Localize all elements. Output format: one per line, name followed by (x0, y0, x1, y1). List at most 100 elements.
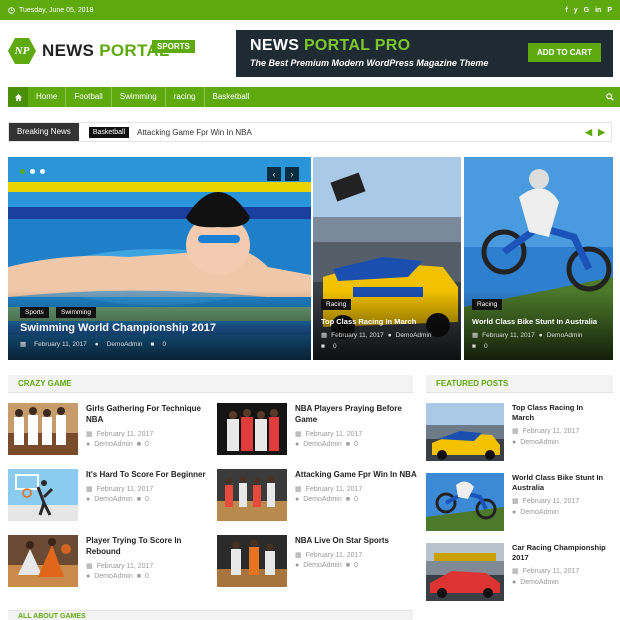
post-date: ▦ February 11, 2017 (86, 430, 154, 439)
user-icon: ● (86, 573, 91, 580)
slide-title[interactable]: World Class Bike Stunt In Australia (472, 317, 597, 326)
user-icon: ● (512, 579, 517, 586)
arrow-right-icon[interactable]: ▶ (598, 127, 605, 138)
post-author: ● DemoAdmin (512, 579, 559, 586)
post-thumbnail[interactable] (217, 535, 287, 587)
all-about-games-section: ALL ABOUT GAMES (8, 610, 413, 620)
post-thumbnail[interactable] (426, 403, 504, 461)
breaking-news-label: Breaking News (9, 123, 79, 141)
side-slide-bike[interactable]: Racing World Class Bike Stunt In Austral… (464, 157, 613, 360)
post-byline: ● DemoAdmin ■ 0 (86, 573, 149, 580)
comment-icon: ■ (345, 441, 350, 448)
user-icon: ● (94, 340, 99, 348)
post-title[interactable]: Attacking Game Fpr Win In NBA (295, 469, 420, 480)
main-nav: Home Football Swimming racing Basketball (8, 87, 620, 107)
category-tag-racing[interactable]: Racing (321, 299, 352, 310)
post-title[interactable]: Top Class Racing In March (512, 403, 607, 423)
category-tag-racing[interactable]: Racing (472, 299, 503, 310)
nav-item-swimming[interactable]: Swimming (112, 87, 166, 107)
comment-icon: ■ (136, 496, 141, 503)
social-links: f y G in P (565, 7, 612, 14)
list-item[interactable]: Attacking Game Fpr Win In NBA ▦ February … (217, 469, 420, 521)
calendar-icon: ▦ (321, 332, 328, 339)
post-thumbnail[interactable] (217, 403, 287, 455)
post-thumbnail[interactable] (426, 473, 504, 531)
nav-item-football[interactable]: Football (66, 87, 112, 107)
slide-meta: ▦ February 11, 2017 ● DemoAdmin ■ 0 (20, 340, 167, 349)
twitter-icon[interactable]: y (574, 7, 578, 14)
slider-dot[interactable] (20, 169, 25, 174)
chevron-right-icon[interactable]: › (285, 167, 299, 181)
facebook-icon[interactable]: f (565, 7, 567, 14)
post-thumbnail[interactable] (217, 469, 287, 521)
slide-title[interactable]: Swimming World Championship 2017 (20, 322, 216, 334)
post-thumbnail[interactable] (8, 469, 78, 521)
post-title[interactable]: It's Hard To Score For Beginner (86, 469, 211, 480)
list-item[interactable]: Player Trying To Score In Rebound ▦ Febru… (8, 535, 211, 587)
calendar-icon: ▦ (86, 563, 93, 570)
featured-item[interactable]: Top Class Racing In March ▦ February 11, … (426, 403, 607, 461)
category-tag-swimming[interactable]: Swimming (56, 307, 96, 318)
nav-item-home[interactable]: Home (28, 87, 67, 107)
user-icon: ● (86, 496, 91, 503)
comment-icon: ■ (136, 573, 141, 580)
post-date: ▦ February 11, 2017 (512, 497, 580, 506)
linkedin-icon[interactable]: in (595, 7, 601, 14)
main-slide[interactable]: ‹ › Sports Swimming Swimming World Champ… (8, 157, 311, 360)
list-item[interactable]: NBA Live On Star Sports ▦ February 11, 20… (217, 535, 420, 587)
nav-item-racing[interactable]: racing (166, 87, 205, 107)
nav-item-basketball[interactable]: Basketball (205, 87, 258, 107)
search-icon[interactable] (606, 88, 614, 106)
post-title[interactable]: NBA Players Praying Before Game (295, 403, 420, 425)
breaking-news-headline[interactable]: Attacking Game Fpr Win In NBA (137, 128, 252, 137)
post-date: ▦ February 11, 2017 (295, 430, 363, 439)
pinterest-icon[interactable]: P (607, 7, 612, 14)
post-title[interactable]: Girls Gathering For Technique NBA (86, 403, 211, 425)
post-thumbnail[interactable] (8, 535, 78, 587)
all-about-games-heading: ALL ABOUT GAMES (18, 613, 86, 620)
post-date: ▦ February 11, 2017 (512, 567, 580, 576)
post-byline: ● DemoAdmin ■ 0 (86, 496, 149, 503)
post-title[interactable]: NBA Live On Star Sports (295, 535, 420, 546)
post-date: ▦ February 11, 2017 (86, 485, 154, 494)
post-date: ▦ February 11, 2017 (295, 485, 363, 494)
post-byline: ● DemoAdmin ■ 0 (295, 441, 358, 448)
category-tag-sports[interactable]: Sports (20, 307, 49, 318)
slider-dot[interactable] (30, 169, 35, 174)
post-info: NBA Live On Star Sports ▦ February 11, 20… (295, 535, 420, 587)
featured-item[interactable]: Car Racing Championship 2017 ▦ February 1… (426, 543, 607, 601)
user-icon: ● (295, 441, 300, 448)
featured-posts-heading: FEATURED POSTS (426, 375, 613, 393)
post-byline: ● DemoAdmin ■ 0 (295, 562, 358, 569)
slider-dot[interactable] (40, 169, 45, 174)
promo-banner[interactable]: NEWS PORTAL PRO The Best Premium Modern … (236, 30, 613, 77)
post-thumbnail[interactable] (8, 403, 78, 455)
arrow-left-icon[interactable]: ◀ (585, 127, 592, 138)
post-date: ▦ February 11, 2017 (512, 427, 580, 436)
slide-meta: ▦ February 11, 2017 ● DemoAdmin (321, 331, 432, 340)
featured-item[interactable]: World Class Bike Stunt In Australia ▦ Feb… (426, 473, 607, 531)
post-title[interactable]: Car Racing Championship 2017 (512, 543, 607, 563)
calendar-icon: ▦ (295, 552, 302, 559)
site-logo[interactable]: NP NEWS PORTAL SPORTS (8, 38, 195, 64)
slide-comments: ■ 0 (472, 343, 488, 350)
home-icon[interactable] (8, 87, 28, 107)
list-item[interactable]: It's Hard To Score For Beginner ▦ Februar… (8, 469, 211, 521)
post-thumbnail[interactable] (426, 543, 504, 601)
post-title[interactable]: Player Trying To Score In Rebound (86, 535, 211, 557)
side-slide-racing[interactable]: Racing Top Class Racing In March ▦ Febru… (313, 157, 461, 360)
date-display: Tuesday, June 05, 2018 (8, 7, 93, 14)
post-byline: ● DemoAdmin ■ 0 (86, 441, 149, 448)
add-to-cart-button[interactable]: ADD TO CART (528, 43, 601, 62)
banner-title: NEWS PORTAL PRO (250, 37, 411, 54)
slide-title[interactable]: Top Class Racing In March (321, 317, 416, 326)
banner-subtitle: The Best Premium Modern WordPress Magazi… (250, 58, 489, 68)
breaking-news-tag[interactable]: Basketball (88, 126, 130, 138)
list-item[interactable]: NBA Players Praying Before Game ▦ Februar… (217, 403, 420, 455)
post-title[interactable]: World Class Bike Stunt In Australia (512, 473, 607, 493)
list-item[interactable]: Girls Gathering For Technique NBA ▦ Febru… (8, 403, 211, 455)
chevron-left-icon[interactable]: ‹ (267, 167, 281, 181)
google-plus-icon[interactable]: G (584, 7, 589, 14)
comment-icon: ■ (472, 343, 476, 350)
crazy-game-heading: CRAZY GAME (8, 375, 413, 393)
